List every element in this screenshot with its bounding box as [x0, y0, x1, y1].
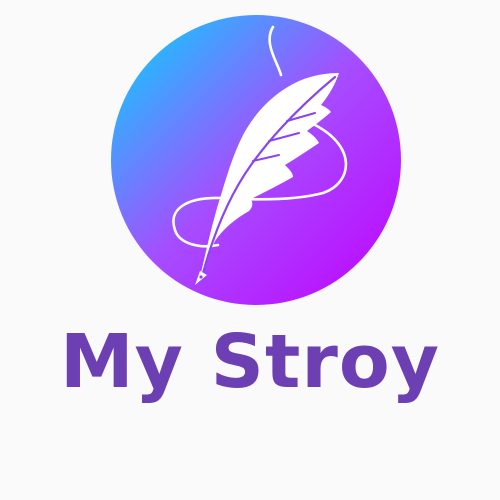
logo-mark: [111, 15, 401, 305]
brand-name: My Stroy: [60, 319, 440, 405]
logo-canvas: My Stroy: [0, 0, 500, 500]
